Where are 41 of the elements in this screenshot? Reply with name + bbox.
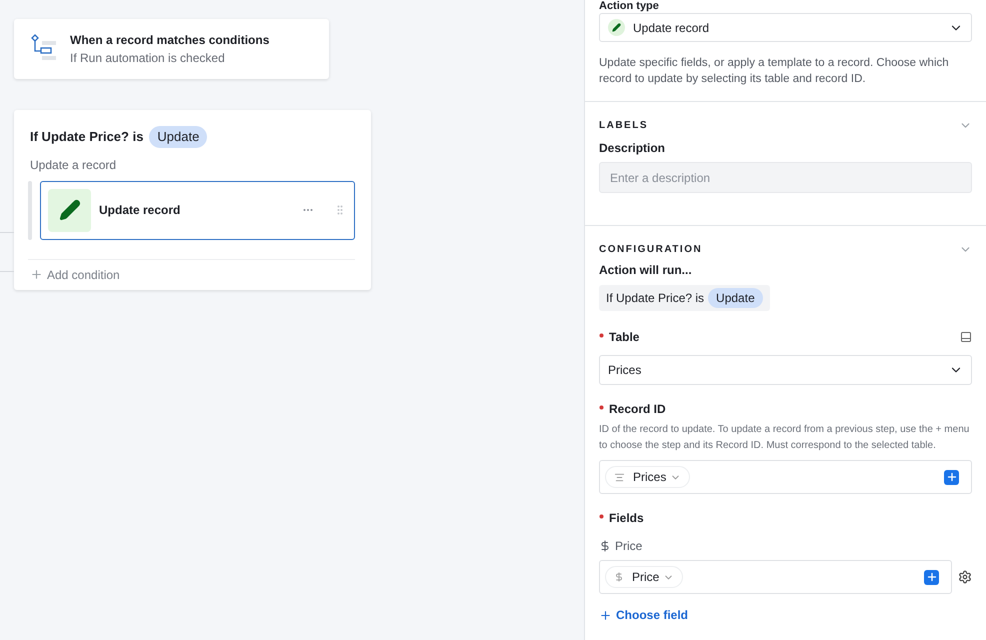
trigger-card[interactable]: When a record matches conditions If Run automation is checked — [14, 19, 329, 79]
action-label: Update record — [99, 202, 182, 219]
description-label: Description — [599, 140, 666, 157]
section-heading: LABELS — [599, 119, 648, 133]
runs-label: Action will run... — [599, 262, 693, 279]
trigger-title: When a record matches conditions — [70, 32, 270, 49]
record-id-help: ID of the record to update. To update a record from a previous step, use the + menu to choose the step and its Record ID. Must correspond to the selected table. — [599, 423, 970, 453]
trigger-subtitle: If Run automation is checked — [70, 50, 226, 67]
settings-icon[interactable] — [958, 570, 972, 584]
add-condition-button[interactable]: Add condition — [14, 260, 371, 290]
record-token[interactable]: Prices — [605, 466, 690, 488]
list-icon — [614, 472, 625, 482]
choose-field-button[interactable]: Choose field — [599, 606, 688, 624]
plus-icon — [30, 268, 43, 281]
condition-text: If Update Price? is — [606, 290, 704, 307]
section-heading: CONFIGURATION — [599, 243, 702, 257]
action-description: Update specific fields, or apply a template to a record. Choose which record to update by selecting its table and record ID. — [599, 56, 950, 87]
fields-label: Fields — [599, 509, 972, 527]
table-select[interactable]: Prices — [599, 355, 972, 385]
field-name-text: Price — [615, 538, 642, 555]
record-id-label: Record ID — [599, 400, 972, 418]
description-input[interactable]: Enter a description — [599, 162, 972, 193]
dollar-icon — [599, 540, 611, 552]
panel-icon[interactable] — [960, 331, 972, 343]
record-id-field[interactable]: Prices — [599, 460, 972, 494]
field-value-input[interactable]: Price — [599, 560, 952, 594]
plus-icon — [599, 608, 612, 622]
insert-button[interactable] — [944, 470, 959, 484]
table-label: Table — [599, 328, 640, 346]
insert-button[interactable] — [924, 570, 939, 584]
action-type-select[interactable]: Update record — [599, 13, 972, 42]
pencil-icon — [608, 19, 625, 36]
pencil-icon — [48, 188, 91, 232]
action-type-label: Action type — [599, 0, 660, 12]
dollar-icon — [614, 572, 624, 582]
condition-title: If Update Price? is — [30, 128, 144, 146]
value-pill: Update — [149, 126, 208, 148]
value-pill: Update — [708, 288, 763, 308]
group-label: Update a record — [29, 156, 118, 174]
action-card[interactable]: Update record — [40, 180, 355, 240]
field-token[interactable]: Price — [605, 566, 684, 588]
